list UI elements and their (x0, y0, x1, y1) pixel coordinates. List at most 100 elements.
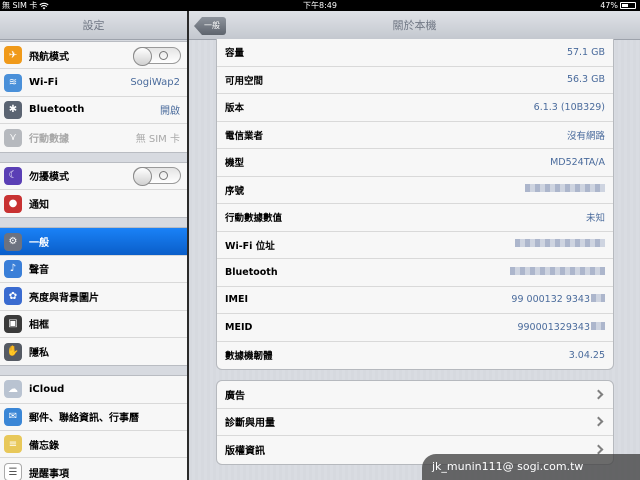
icloud-icon: ☁ (4, 380, 22, 399)
notifications-icon: ● (4, 194, 22, 213)
sidebar-item-value: 開啟 (160, 106, 180, 118)
info-key: 行動數據數值 (225, 213, 283, 225)
sidebar-item-label: 隱私 (29, 348, 49, 360)
info-row: 容量 57.1 GB (217, 39, 613, 67)
reminders-icon: ☰ (4, 463, 22, 480)
info-value: 沒有網路 (566, 130, 605, 142)
sidebar-item-value: SogiWap2 (130, 77, 180, 89)
info-row: 版本 6.1.3 (10B329) (217, 94, 613, 122)
settings-group: ⚙ 一般 ♪ 聲音 ✿ 亮度與背景圖片 ▣ 相框 ✋ 隱私 (0, 227, 187, 367)
sidebar-item[interactable]: ✋ 隱私 (0, 338, 187, 365)
info-value: 57.1 GB (566, 46, 605, 58)
chevron-right-icon (593, 389, 604, 400)
airplane-icon: ✈ (4, 46, 22, 65)
sidebar-item-label: 亮度與背景圖片 (29, 292, 99, 304)
sidebar-item[interactable]: ≋ Wi-Fi SogiWap2 (0, 69, 187, 97)
wifi-icon: ≋ (4, 73, 22, 92)
sidebar-item-label: 一般 (29, 238, 49, 250)
sidebar-item[interactable]: ✿ 亮度與背景圖片 (0, 283, 187, 311)
battery-percent: 47% (600, 1, 618, 10)
privacy-hand-icon: ✋ (4, 342, 22, 361)
info-key: 序號 (225, 185, 245, 197)
sidebar-item-label: Wi-Fi (29, 77, 58, 89)
sidebar-item[interactable]: ✈ 飛航模式 (0, 42, 187, 70)
group-gap (0, 218, 187, 228)
nav-row-label: 廣告 (225, 390, 245, 402)
info-row: 機型 MD524TA/A (217, 149, 613, 177)
sidebar-item-label: 勿擾模式 (29, 172, 69, 184)
picture-frame-icon: ▣ (4, 314, 22, 333)
info-value (510, 266, 605, 278)
sidebar-item-label: iCloud (29, 383, 65, 395)
nav-row[interactable]: 廣告 (217, 381, 613, 409)
info-row: 行動數據數值 未知 (217, 204, 613, 232)
sidebar-item-label: 聲音 (29, 265, 49, 277)
info-key: 機型 (225, 158, 245, 170)
status-bar: 無 SIM 卡 下午8:49 47% (0, 0, 640, 11)
info-key: 數據機韌體 (225, 351, 273, 363)
sidebar-item[interactable]: ≡ 備忘錄 (0, 431, 187, 459)
info-row: 序號 (217, 177, 613, 204)
sidebar-item[interactable]: ✉ 郵件、聯絡資訊、行事曆 (0, 404, 187, 432)
sidebar-item[interactable]: ☰ 提醒事項 (0, 458, 187, 480)
chevron-right-icon (593, 416, 604, 427)
sidebar-item-label: 提醒事項 (29, 468, 69, 480)
group-gap (0, 152, 187, 162)
general-gear-icon: ⚙ (4, 232, 22, 251)
about-links-group: 廣告 診斷與用量 版權資訊 (216, 380, 614, 465)
sidebar-item[interactable]: ● 通知 (0, 190, 187, 217)
nav-row[interactable]: 診斷與用量 (217, 409, 613, 436)
redacted-value (591, 321, 605, 330)
info-value: MD524TA/A (550, 156, 605, 168)
info-row: Wi-Fi 位址 (217, 232, 613, 259)
sidebar-item[interactable]: ☁ iCloud (0, 376, 187, 404)
redacted-value (510, 266, 605, 275)
about-header: 一般 關於本機 (189, 11, 640, 40)
info-value: 990001329343 (517, 321, 605, 333)
info-value (515, 239, 605, 250)
mail-icon: ✉ (4, 407, 22, 426)
toggle-switch[interactable] (133, 167, 181, 187)
sound-icon: ♪ (4, 259, 22, 278)
sidebar-item[interactable]: ✱ Bluetooth 開啟 (0, 97, 187, 125)
info-value: 3.04.25 (568, 349, 605, 361)
info-key: 可用空間 (225, 75, 264, 87)
info-row: Bluetooth (217, 259, 613, 287)
back-button[interactable]: 一般 (194, 17, 226, 35)
sidebar-item: ⋎ 行動數據 無 SIM 卡 (0, 124, 187, 151)
sidebar-item-label: 備忘錄 (29, 440, 59, 452)
info-key: IMEI (225, 294, 249, 306)
notes-icon: ≡ (4, 435, 22, 454)
redacted-value (515, 239, 605, 248)
cellular-data-icon: ⋎ (4, 128, 22, 147)
info-row: 電信業者 沒有網路 (217, 122, 613, 149)
info-key: 版本 (225, 103, 245, 115)
bluetooth-icon: ✱ (4, 100, 22, 119)
sidebar-item-label: 相框 (29, 320, 49, 332)
info-value (525, 184, 605, 195)
toggle-switch[interactable] (133, 46, 181, 66)
settings-sidebar: 設定 ✈ 飛航模式 ≋ Wi-Fi SogiWap2 ✱ Bluetooth 開啟 ⋎ 行動數據 無… (0, 11, 187, 480)
info-row: MEID 990001329343 (217, 314, 613, 342)
info-key: Wi-Fi 位址 (225, 240, 275, 252)
info-row: IMEI 99 000132 9343 (217, 287, 613, 314)
sidebar-item[interactable]: ♪ 聲音 (0, 256, 187, 284)
info-key: Bluetooth (225, 266, 278, 278)
brightness-icon: ✿ (4, 287, 22, 306)
watermark: jk_munin111@ sogi.com.tw (422, 454, 640, 480)
settings-group: ✈ 飛航模式 ≋ Wi-Fi SogiWap2 ✱ Bluetooth 開啟 ⋎ 行動數據 無 SI… (0, 41, 187, 153)
sidebar-header: 設定 (0, 11, 187, 40)
sidebar-item[interactable]: ⚙ 一般 (0, 228, 187, 256)
clock: 下午8:49 (303, 1, 337, 10)
info-key: 容量 (225, 48, 245, 60)
info-key: MEID (225, 321, 253, 333)
sidebar-item[interactable]: ▣ 相框 (0, 311, 187, 338)
sidebar-title: 設定 (82, 19, 105, 32)
sidebar-item-label: Bluetooth (29, 104, 85, 116)
info-row: 可用空間 56.3 GB (217, 67, 613, 94)
info-value: 6.1.3 (10B329) (533, 101, 605, 113)
about-info-group: 容量 57.1 GB 可用空間 56.3 GB 版本 6.1.3 (10B329) 電信業者… (216, 39, 614, 370)
settings-group: ☾ 勿擾模式 ● 通知 (0, 161, 187, 219)
sidebar-item[interactable]: ☾ 勿擾模式 (0, 163, 187, 190)
info-value: 未知 (585, 213, 605, 225)
